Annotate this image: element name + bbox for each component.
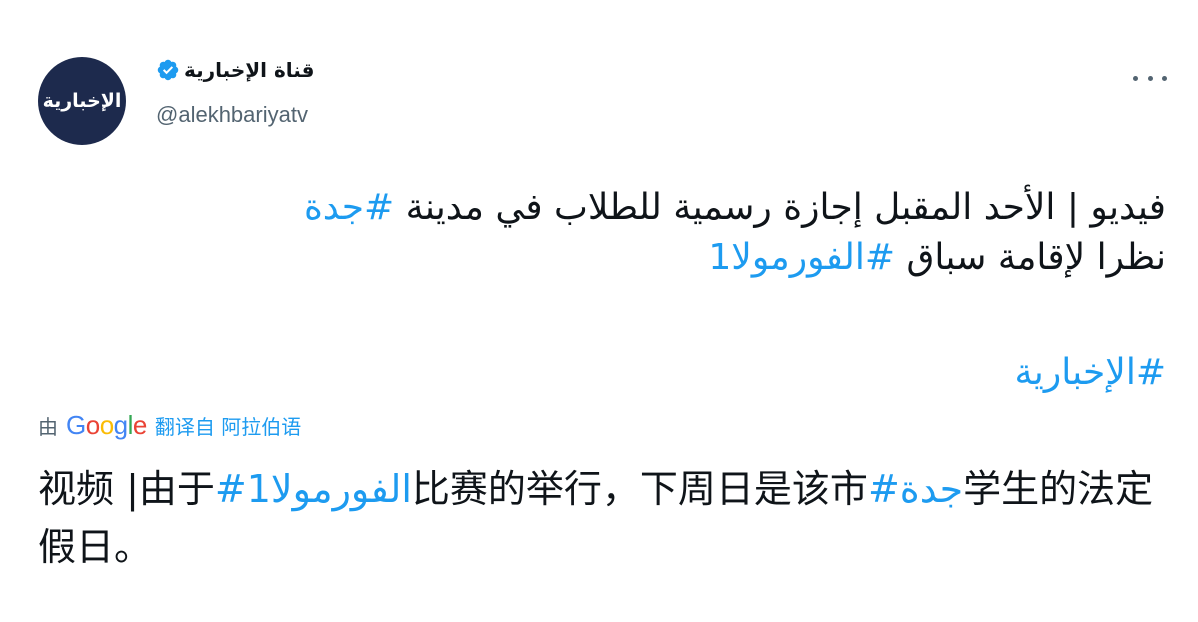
- tweet-text: فيديو | الأحد المقبل إجازة رسمية للطلاب …: [56, 183, 1166, 283]
- translation-attribution: 由 Google 翻译自 阿拉伯语: [38, 410, 301, 441]
- more-icon: [1133, 75, 1138, 81]
- tweet-line-1: فيديو | الأحد المقبل إجازة رسمية للطلاب …: [303, 187, 1166, 228]
- translated-text: 视频 |由于#الفورمولا1比赛的举行，下周日是该市#جدة学生的法定假日…: [38, 467, 1154, 569]
- tweet-hashtag-line: #الإخبارية: [1015, 345, 1167, 401]
- display-name[interactable]: قناة الإخبارية: [184, 58, 315, 82]
- hashtag-alekhbariya[interactable]: #الإخبارية: [1015, 352, 1167, 393]
- google-logo: Google: [66, 410, 147, 440]
- avatar-logo-text: الإخبارية: [42, 90, 122, 112]
- translated-from-link[interactable]: 翻译自 阿拉伯语: [155, 411, 301, 440]
- hashtag-formula1[interactable]: #الفورمولا1: [708, 237, 895, 278]
- verified-badge-icon: [157, 59, 179, 81]
- account-name-row[interactable]: قناة الإخبارية: [156, 58, 315, 82]
- account-handle[interactable]: @alekhbariyatv: [156, 102, 308, 128]
- translated-hashtag-jeddah[interactable]: #جدة: [868, 467, 963, 511]
- hashtag-jeddah[interactable]: #جدة: [304, 187, 394, 228]
- tweet-line-2: نظرا لإقامة سباق #الفورمولا1: [708, 237, 1166, 278]
- more-options-button[interactable]: [1133, 68, 1167, 88]
- translated-hashtag-formula1[interactable]: #الفورمولا1: [215, 467, 412, 511]
- by-label: 由: [38, 415, 58, 439]
- avatar[interactable]: الإخبارية: [38, 57, 126, 145]
